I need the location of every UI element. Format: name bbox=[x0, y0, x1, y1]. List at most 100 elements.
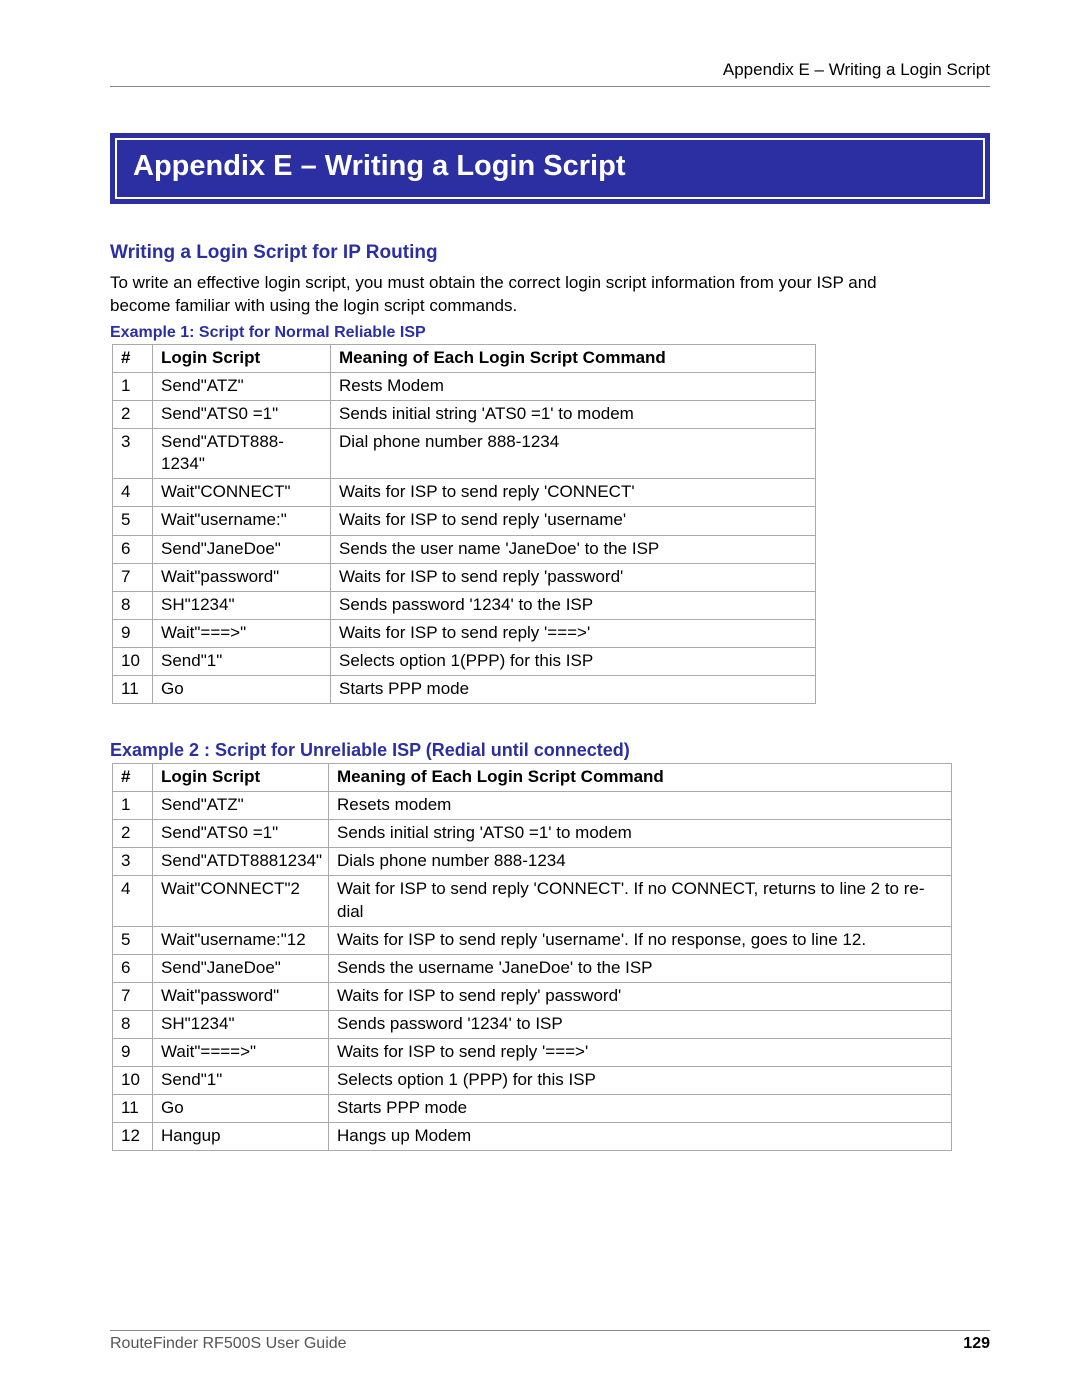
cell-meaning: Dials phone number 888-1234 bbox=[329, 848, 952, 876]
cell-number: 8 bbox=[113, 1010, 153, 1038]
col-script: Login Script bbox=[153, 764, 329, 792]
cell-script: Send"ATZ" bbox=[153, 792, 329, 820]
table-row: 6Send"JaneDoe"Sends the user name 'JaneD… bbox=[113, 535, 816, 563]
cell-number: 1 bbox=[113, 372, 153, 400]
cell-number: 6 bbox=[113, 954, 153, 982]
cell-meaning: Hangs up Modem bbox=[329, 1123, 952, 1151]
cell-meaning: Waits for ISP to send reply '===>' bbox=[331, 619, 816, 647]
table-row: 7Wait"password"Waits for ISP to send rep… bbox=[113, 563, 816, 591]
example1-heading: Example 1: Script for Normal Reliable IS… bbox=[110, 324, 990, 342]
col-meaning: Meaning of Each Login Script Command bbox=[331, 344, 816, 372]
appendix-title-inner: Appendix E – Writing a Login Script bbox=[115, 138, 985, 199]
cell-meaning: Rests Modem bbox=[331, 372, 816, 400]
cell-meaning: Starts PPP mode bbox=[331, 676, 816, 704]
table-row: 11GoStarts PPP mode bbox=[113, 1095, 952, 1123]
cell-number: 3 bbox=[113, 848, 153, 876]
cell-number: 1 bbox=[113, 792, 153, 820]
cell-script: Wait"CONNECT" bbox=[153, 479, 331, 507]
cell-meaning: Sends password '1234' to the ISP bbox=[331, 591, 816, 619]
cell-meaning: Sends initial string 'ATS0 =1' to modem bbox=[329, 820, 952, 848]
page-footer: RouteFinder RF500S User Guide 129 bbox=[110, 1330, 990, 1353]
cell-meaning: Selects option 1(PPP) for this ISP bbox=[331, 647, 816, 675]
cell-meaning: Waits for ISP to send reply '===>' bbox=[329, 1039, 952, 1067]
cell-script: Wait"====>" bbox=[153, 1039, 329, 1067]
table-row: 9Wait"===>"Waits for ISP to send reply '… bbox=[113, 619, 816, 647]
appendix-title-box: Appendix E – Writing a Login Script bbox=[110, 133, 990, 204]
table-row: 5Wait"username:"Waits for ISP to send re… bbox=[113, 507, 816, 535]
cell-meaning: Selects option 1 (PPP) for this ISP bbox=[329, 1067, 952, 1095]
cell-meaning: Waits for ISP to send reply' password' bbox=[329, 982, 952, 1010]
table-header-row: # Login Script Meaning of Each Login Scr… bbox=[113, 344, 816, 372]
cell-script: Send"JaneDoe" bbox=[153, 954, 329, 982]
col-number: # bbox=[113, 764, 153, 792]
cell-number: 8 bbox=[113, 591, 153, 619]
appendix-title: Appendix E – Writing a Login Script bbox=[133, 150, 626, 182]
cell-number: 3 bbox=[113, 429, 153, 479]
table-row: 3Send"ATDT888-1234"Dial phone number 888… bbox=[113, 429, 816, 479]
cell-script: Send"ATS0 =1" bbox=[153, 820, 329, 848]
cell-meaning: Sends the username 'JaneDoe' to the ISP bbox=[329, 954, 952, 982]
table-row: 10Send"1"Selects option 1 (PPP) for this… bbox=[113, 1067, 952, 1095]
cell-number: 2 bbox=[113, 820, 153, 848]
cell-script: Send"JaneDoe" bbox=[153, 535, 331, 563]
cell-number: 10 bbox=[113, 1067, 153, 1095]
table-row: 8SH"1234"Sends password '1234' to the IS… bbox=[113, 591, 816, 619]
footer-doc-title: RouteFinder RF500S User Guide bbox=[110, 1335, 347, 1353]
table-row: 6Send"JaneDoe"Sends the username 'JaneDo… bbox=[113, 954, 952, 982]
table-row: 3Send"ATDT8881234"Dials phone number 888… bbox=[113, 848, 952, 876]
cell-number: 6 bbox=[113, 535, 153, 563]
col-number: # bbox=[113, 344, 153, 372]
cell-script: Wait"username:" bbox=[153, 507, 331, 535]
cell-number: 5 bbox=[113, 926, 153, 954]
cell-number: 11 bbox=[113, 676, 153, 704]
cell-script: Wait"password" bbox=[153, 982, 329, 1010]
cell-number: 9 bbox=[113, 1039, 153, 1067]
cell-script: Hangup bbox=[153, 1123, 329, 1151]
footer-rule bbox=[110, 1330, 990, 1331]
cell-script: Send"ATDT8881234" bbox=[153, 848, 329, 876]
cell-script: Wait"username:"12 bbox=[153, 926, 329, 954]
table-row: 8SH"1234"Sends password '1234' to ISP bbox=[113, 1010, 952, 1038]
cell-script: SH"1234" bbox=[153, 591, 331, 619]
table-row: 2Send"ATS0 =1"Sends initial string 'ATS0… bbox=[113, 820, 952, 848]
cell-number: 4 bbox=[113, 479, 153, 507]
table-row: 10Send"1"Selects option 1(PPP) for this … bbox=[113, 647, 816, 675]
intro-paragraph: To write an effective login script, you … bbox=[110, 272, 940, 318]
cell-meaning: Wait for ISP to send reply 'CONNECT'. If… bbox=[329, 876, 952, 926]
cell-meaning: Waits for ISP to send reply 'username' bbox=[331, 507, 816, 535]
table-row: 5Wait"username:"12Waits for ISP to send … bbox=[113, 926, 952, 954]
header-rule bbox=[110, 86, 990, 87]
cell-meaning: Sends password '1234' to ISP bbox=[329, 1010, 952, 1038]
section-heading: Writing a Login Script for IP Routing bbox=[110, 242, 990, 264]
cell-meaning: Starts PPP mode bbox=[329, 1095, 952, 1123]
cell-number: 9 bbox=[113, 619, 153, 647]
cell-number: 5 bbox=[113, 507, 153, 535]
cell-script: Go bbox=[153, 1095, 329, 1123]
cell-meaning: Dial phone number 888-1234 bbox=[331, 429, 816, 479]
table-header-row: # Login Script Meaning of Each Login Scr… bbox=[113, 764, 952, 792]
table-row: 1Send"ATZ"Resets modem bbox=[113, 792, 952, 820]
cell-script: Wait"password" bbox=[153, 563, 331, 591]
cell-script: Send"1" bbox=[153, 1067, 329, 1095]
cell-number: 4 bbox=[113, 876, 153, 926]
col-meaning: Meaning of Each Login Script Command bbox=[329, 764, 952, 792]
table-row: 7Wait"password"Waits for ISP to send rep… bbox=[113, 982, 952, 1010]
cell-script: Wait"CONNECT"2 bbox=[153, 876, 329, 926]
table-row: 1Send"ATZ"Rests Modem bbox=[113, 372, 816, 400]
cell-meaning: Waits for ISP to send reply 'username'. … bbox=[329, 926, 952, 954]
cell-number: 7 bbox=[113, 563, 153, 591]
cell-meaning: Waits for ISP to send reply 'CONNECT' bbox=[331, 479, 816, 507]
cell-number: 10 bbox=[113, 647, 153, 675]
cell-script: Send"1" bbox=[153, 647, 331, 675]
table-row: 4Wait"CONNECT"Waits for ISP to send repl… bbox=[113, 479, 816, 507]
cell-script: Send"ATDT888-1234" bbox=[153, 429, 331, 479]
example2-heading: Example 2 : Script for Unreliable ISP (R… bbox=[110, 740, 990, 761]
footer-page-number: 129 bbox=[963, 1335, 990, 1353]
cell-number: 7 bbox=[113, 982, 153, 1010]
cell-script: Send"ATS0 =1" bbox=[153, 401, 331, 429]
table-row: 11GoStarts PPP mode bbox=[113, 676, 816, 704]
cell-number: 11 bbox=[113, 1095, 153, 1123]
cell-script: Send"ATZ" bbox=[153, 372, 331, 400]
cell-script: Wait"===>" bbox=[153, 619, 331, 647]
example1-table: # Login Script Meaning of Each Login Scr… bbox=[112, 344, 816, 704]
